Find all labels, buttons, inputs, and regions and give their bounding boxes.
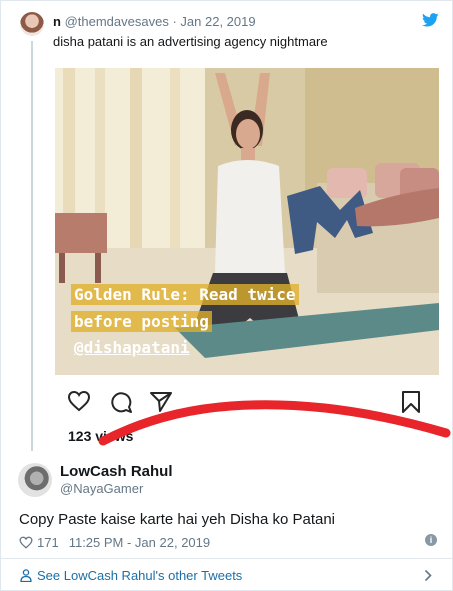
see-other-tweets-link[interactable]: See LowCash Rahul's other Tweets [1, 559, 453, 591]
quoted-tweet-text: disha patani is an advertising agency ni… [53, 34, 328, 49]
see-other-tweets-label[interactable]: See LowCash Rahul's other Tweets [37, 568, 242, 583]
person-icon [20, 569, 32, 582]
quoted-tweet-header: n @themdavesaves · Jan 22, 2019 [53, 14, 256, 30]
share-icon[interactable] [149, 390, 173, 414]
chevron-right-icon[interactable] [424, 569, 432, 582]
quoted-author-name[interactable]: n [53, 14, 61, 29]
quoted-date[interactable]: Jan 22, 2019 [180, 14, 255, 29]
thread-line [31, 41, 33, 451]
video-caption-line-2: before posting [71, 311, 212, 332]
reply-author-name[interactable]: LowCash Rahul [60, 463, 173, 480]
embedded-video[interactable]: Golden Rule: Read twice before posting @… [55, 68, 439, 375]
video-caption-mention[interactable]: @dishapatani [71, 337, 193, 358]
video-caption-line-1: Golden Rule: Read twice [71, 284, 299, 305]
reply-tweet-text: Copy Paste kaise karte hai yeh Disha ko … [19, 511, 336, 528]
reply-meta: 171 11:25 PM - Jan 22, 2019 [19, 533, 210, 551]
quoted-author-handle[interactable]: @themdavesaves [65, 14, 169, 29]
info-icon[interactable]: i [425, 534, 437, 546]
video-view-count: 123 views [68, 428, 134, 444]
twitter-bird-icon[interactable] [422, 13, 439, 27]
heart-icon[interactable] [19, 536, 33, 549]
reply-author-handle[interactable]: @NayaGamer [60, 481, 143, 496]
bookmark-icon[interactable] [400, 390, 422, 414]
reply-avatar[interactable] [18, 463, 52, 497]
quoted-separator: · [172, 14, 177, 29]
heart-icon[interactable] [67, 390, 91, 412]
embedded-tweet-card: n @themdavesaves · Jan 22, 2019 disha pa… [0, 0, 453, 591]
quoted-avatar[interactable] [20, 12, 44, 36]
reply-timestamp[interactable]: 11:25 PM - Jan 22, 2019 [69, 535, 210, 550]
comment-icon[interactable] [109, 390, 133, 414]
like-count[interactable]: 171 [37, 535, 59, 550]
